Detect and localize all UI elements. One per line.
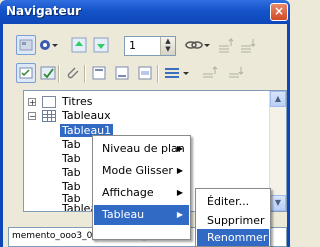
chevron-right-icon: ▶	[176, 166, 183, 175]
tree-child-label: Tab	[62, 152, 81, 165]
scroll-up-button[interactable]: ▲	[270, 91, 286, 107]
page-number-stepper[interactable]: 1 ▲ ▼	[124, 36, 176, 56]
header-icon	[92, 66, 106, 80]
menu-item-renommer[interactable]: Renommer	[197, 229, 269, 246]
chevron-right-icon: ▶	[176, 144, 183, 153]
menu-item-mode-glisser[interactable]: Mode Glisser ▶	[94, 161, 189, 181]
heading-levels-button[interactable]	[162, 63, 192, 83]
submenu: Éditer... Supprimer Renommer	[195, 188, 271, 247]
move-up-button	[200, 63, 220, 83]
promote-level-icon	[219, 38, 234, 53]
heading-levels-icon	[165, 68, 189, 78]
demote-level-icon	[241, 39, 256, 53]
menu-item-supprimer[interactable]: Supprimer	[197, 211, 269, 231]
demote-level-button	[238, 35, 258, 55]
paperclip-icon	[67, 67, 79, 79]
page-number-value: 1	[129, 39, 136, 52]
navigation-button[interactable]	[39, 35, 59, 55]
navigator-icon	[19, 39, 33, 51]
menu-item-label: Renommer	[207, 231, 268, 244]
move-down-button	[226, 63, 246, 83]
tree-child-label: Tab	[62, 166, 81, 179]
tree-child-label: Tab	[62, 138, 81, 151]
anchor-text-button[interactable]	[135, 63, 155, 83]
chevron-right-icon: ▶	[176, 210, 183, 219]
header-button[interactable]	[89, 63, 109, 83]
scroll-down-button[interactable]: ▼	[270, 195, 286, 211]
next-page-icon	[93, 37, 109, 53]
next-button[interactable]	[91, 35, 111, 55]
toolbar-separator	[58, 65, 60, 83]
tree-child-item[interactable]: Tab	[62, 152, 81, 166]
toolbar-separator	[157, 65, 159, 83]
insert-button[interactable]	[63, 63, 83, 83]
tree-item-tableaux[interactable]: − Tableaux	[24, 109, 264, 123]
menu-item-label: Niveau de plan	[102, 142, 185, 155]
tree-child-item[interactable]: Tab	[62, 166, 81, 180]
tree-child-item[interactable]: Tab	[62, 138, 81, 152]
content-view-icon	[19, 67, 33, 79]
move-up-icon	[203, 66, 218, 78]
window-title: Navigateur	[6, 4, 82, 18]
close-icon: ×	[273, 4, 285, 18]
footer-button[interactable]	[112, 63, 132, 83]
drag-mode-button[interactable]	[184, 35, 212, 55]
chevron-down-icon[interactable]: ▼	[161, 45, 175, 53]
set-reminder-button[interactable]	[38, 63, 58, 83]
vertical-scrollbar[interactable]: ▲ ▼	[269, 91, 286, 211]
previous-button[interactable]	[69, 35, 89, 55]
menu-item-tableau[interactable]: Tableau ▶	[94, 205, 189, 225]
move-down-icon	[229, 67, 244, 78]
tree-item-titres[interactable]: + Titres	[24, 95, 264, 109]
navigator-toggle-button[interactable]	[16, 35, 36, 55]
navigation-dropdown-icon	[40, 40, 58, 50]
content-view-button[interactable]	[16, 63, 36, 83]
menu-item-label: Mode Glisser	[102, 164, 173, 177]
table-icon	[42, 110, 56, 122]
menu-item-label: Éditer...	[207, 195, 250, 208]
toolbar-separator	[84, 65, 86, 83]
title-bar[interactable]: Navigateur ×	[0, 0, 290, 24]
expand-icon[interactable]: +	[28, 98, 36, 107]
menu-item-label: Tableau	[102, 208, 145, 221]
footer-icon	[115, 66, 129, 80]
tree-item-label: Titres	[62, 95, 93, 108]
collapse-icon[interactable]: −	[28, 112, 36, 121]
menu-item-niveau-de-plan[interactable]: Niveau de plan ▶	[94, 139, 189, 159]
menu-item-label: Affichage	[102, 186, 154, 199]
stepper-arrows[interactable]: ▲ ▼	[160, 37, 175, 55]
menu-item-editer[interactable]: Éditer...	[197, 192, 269, 212]
link-icon	[185, 41, 210, 49]
close-button[interactable]: ×	[270, 3, 288, 21]
tree-item-label: Tableaux	[62, 109, 111, 122]
menu-item-label: Supprimer	[207, 214, 265, 227]
chevron-up-icon[interactable]: ▲	[161, 37, 175, 45]
reminder-icon	[40, 66, 56, 80]
previous-page-icon	[71, 37, 87, 53]
promote-level-button	[216, 35, 236, 55]
chevron-right-icon: ▶	[176, 188, 183, 197]
headings-icon	[42, 96, 56, 108]
context-menu: Niveau de plan ▶ Mode Glisser ▶ Affichag…	[92, 135, 191, 240]
menu-item-affichage[interactable]: Affichage ▶	[94, 183, 189, 203]
anchor-text-icon	[138, 66, 152, 80]
